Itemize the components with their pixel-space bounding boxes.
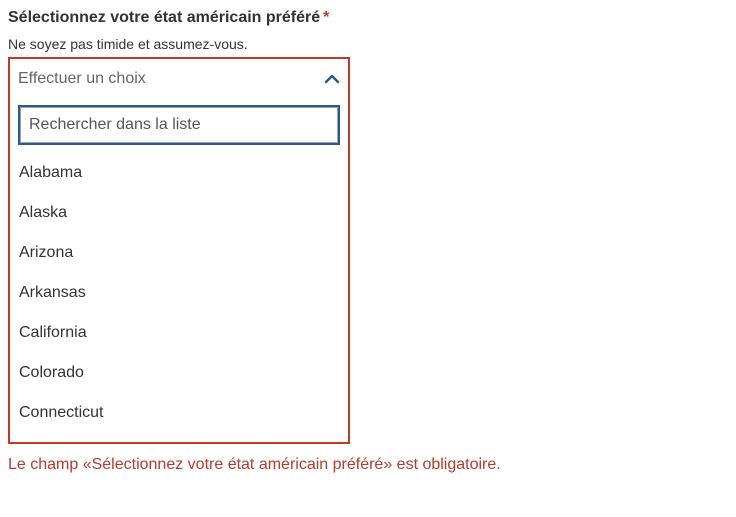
select-placeholder: Effectuer un choix (18, 70, 146, 87)
field-hint: Ne soyez pas timide et assumez-vous. (8, 36, 248, 52)
search-field (18, 105, 340, 145)
chevron-up-icon[interactable] (324, 71, 340, 87)
option-alabama[interactable]: Alabama (10, 153, 348, 193)
option-arkansas[interactable]: Arkansas (10, 273, 348, 313)
option-california[interactable]: California (10, 313, 348, 353)
select-trigger[interactable]: Effectuer un choix (10, 59, 348, 99)
option-connecticut[interactable]: Connecticut (10, 393, 348, 433)
field-label: Sélectionnez votre état américain préfér… (8, 9, 329, 27)
state-select: Effectuer un choix Alabama Alaska Arizon… (8, 57, 350, 444)
options-list: Alabama Alaska Arizona Arkansas Californ… (10, 153, 348, 433)
option-colorado[interactable]: Colorado (10, 353, 348, 393)
search-input[interactable] (20, 107, 338, 143)
error-message: Le champ «Sélectionnez votre état améric… (8, 456, 501, 473)
required-marker: * (323, 9, 330, 26)
option-arizona[interactable]: Arizona (10, 233, 348, 273)
option-alaska[interactable]: Alaska (10, 193, 348, 233)
field-label-text: Sélectionnez votre état américain préfér… (8, 9, 321, 26)
